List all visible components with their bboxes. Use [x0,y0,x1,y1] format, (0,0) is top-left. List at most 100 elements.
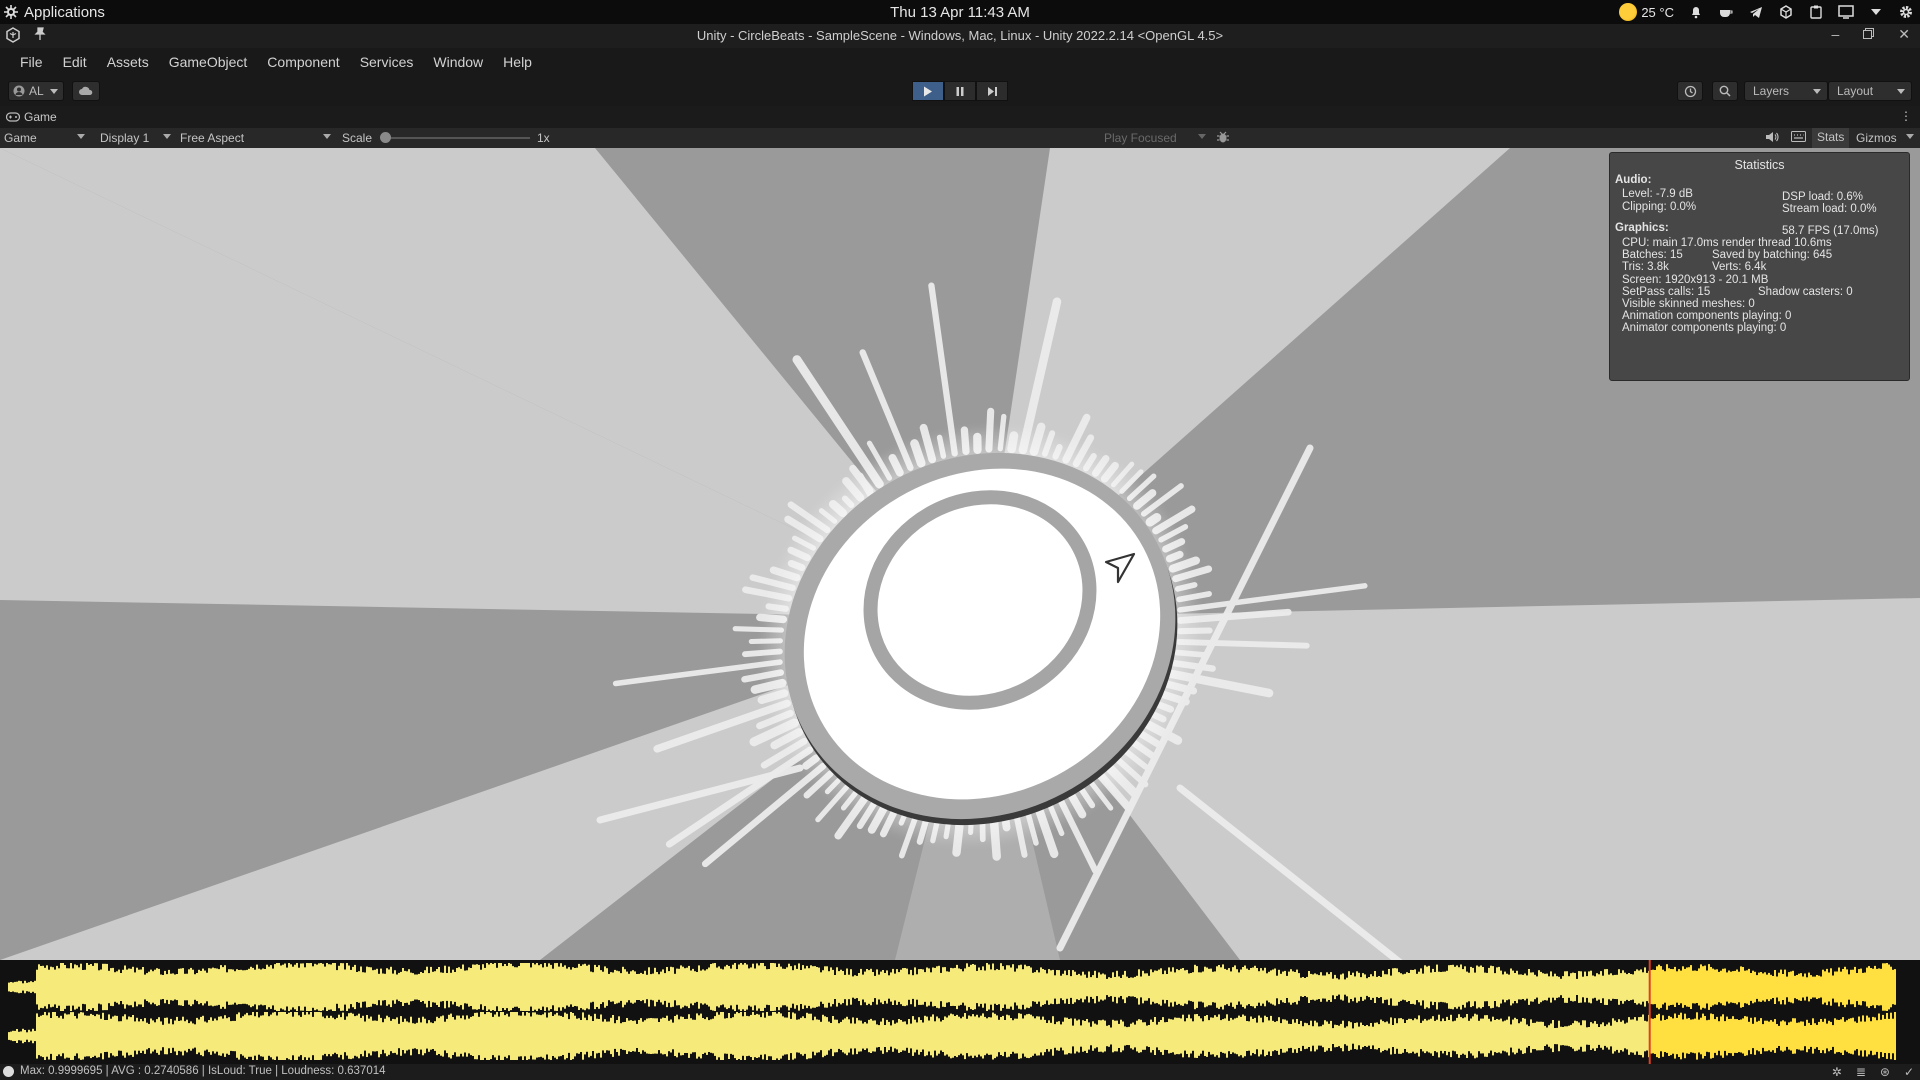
menu-help[interactable]: Help [493,54,542,70]
menu-file[interactable]: File [10,54,53,70]
statistics-panel: Statistics Audio: Level: -7.9 dB DSP loa… [1609,152,1910,381]
waveform-sample [58,1017,60,1055]
waveform-sample [398,972,400,1002]
minimize-icon[interactable]: – [1831,26,1839,43]
play-focused-dropdown[interactable]: Play Focused [1104,131,1177,145]
waveform-sample [1438,971,1440,1003]
waveform-sample [1364,974,1366,1000]
search-button[interactable] [1712,81,1738,101]
clipboard-icon[interactable] [1808,4,1824,20]
menu-edit[interactable]: Edit [53,54,97,70]
waveform-sample [1782,974,1784,1000]
waveform-sample [44,967,46,1007]
bug-icon[interactable] [1216,130,1230,147]
waveform-sample [1524,973,1526,1001]
notification-bell-icon[interactable] [1688,4,1704,20]
check-icon[interactable]: ✓ [1904,1065,1914,1079]
waveform-sample [266,964,268,1010]
account-dropdown[interactable]: AL [8,81,64,101]
step-button[interactable] [976,81,1008,101]
audio-mute-icon[interactable] [1765,130,1779,147]
menu-gameobject[interactable]: GameObject [159,54,258,70]
waveform-sample [234,971,236,1003]
waveform-sample [1620,973,1622,1001]
waveform-sample [344,1019,346,1053]
debug-icon[interactable]: ✲ [1832,1065,1842,1079]
waveform-sample [42,1014,44,1058]
waveform-sample [1800,1021,1802,1051]
waveform-sample [854,975,856,999]
close-icon[interactable]: ✕ [1898,26,1910,43]
stats-toggle[interactable]: Stats [1812,128,1850,148]
waveform-sample [1488,1018,1490,1054]
play-button[interactable] [912,81,944,101]
cube-icon[interactable] [1778,4,1794,20]
applications-label[interactable]: Applications [24,4,105,21]
waveform-sample [1770,1020,1772,1052]
telegram-icon[interactable] [1748,4,1764,20]
waveform-sample [242,970,244,1004]
history-button[interactable] [1677,81,1703,101]
gear-icon[interactable] [1898,4,1914,20]
menu-window[interactable]: Window [423,54,493,70]
waveform-sample [1026,1014,1028,1058]
waveform-sample [514,1012,516,1060]
waveform-sample [796,968,798,1006]
layers-dropdown[interactable]: Layers [1744,81,1828,101]
waveform-sample [888,1021,890,1051]
waveform-sample [584,963,586,1011]
waveform-sample [40,1015,42,1057]
console-message[interactable]: Max: 0.9999695 | AVG : 0.2740586 | IsLou… [20,1065,386,1077]
waveform-sample [1594,1021,1596,1051]
waveform-sample [688,965,690,1009]
waveform-sample [1058,1021,1060,1051]
menu-component[interactable]: Component [257,54,349,70]
waveform-sample [1486,972,1488,1002]
aspect-caret-icon [323,134,331,139]
menu-assets[interactable]: Assets [97,54,159,70]
display-dropdown[interactable]: Display 1 [100,131,149,145]
restore-icon[interactable] [1863,26,1875,43]
aspect-dropdown[interactable]: Free Aspect [180,131,244,145]
waveform-sample [416,974,418,1000]
weather-widget[interactable]: 25 °C [1619,3,1674,21]
scale-slider-track[interactable] [386,137,530,139]
waveform-sample [546,1017,548,1055]
waveform-sample [1080,975,1082,999]
waveform-sample [1704,965,1706,1009]
waveform-sample [1632,974,1634,1000]
waveform-sample [1432,968,1434,1006]
keyboard-icon[interactable] [1791,130,1806,146]
waveform-sample [976,970,978,1004]
waveform-sample [340,963,342,1011]
waveform-sample [716,1012,718,1060]
waveform-sample [1334,974,1336,1000]
scale-slider-handle[interactable] [380,132,391,143]
gizmos-dropdown[interactable]: Gizmos [1856,131,1897,145]
tab-game[interactable]: Game [6,110,57,124]
waveform-sample [1700,1017,1702,1055]
waveform-sample [1702,1013,1704,1059]
cup-icon[interactable] [1718,4,1734,20]
pause-button[interactable] [944,81,976,101]
network-icon[interactable]: ⊛ [1880,1065,1890,1079]
waveform-sample [1846,1020,1848,1052]
audio-waveform[interactable] [0,960,1920,1064]
cloud-button[interactable] [72,81,100,101]
layout-dropdown[interactable]: Layout [1828,81,1912,101]
screen-icon[interactable] [1838,4,1854,20]
waveform-sample [26,982,28,992]
dropdown-icon[interactable] [1868,4,1884,20]
waveform-sample [816,967,818,1007]
waveform-sample [234,1020,236,1052]
applications-menu[interactable]: Applications [0,4,600,21]
waveform-sample [156,968,158,1006]
game-mode-dropdown[interactable]: Game [4,131,37,145]
waveform-sample [130,1017,132,1055]
more-options-icon[interactable]: ⋮ [1900,109,1912,123]
waveform-sample [430,1022,432,1050]
layers-stack-icon[interactable]: ≣ [1856,1065,1866,1079]
waveform-sample [428,1020,430,1052]
menu-services[interactable]: Services [350,54,424,70]
waveform-sample [788,1012,790,1060]
